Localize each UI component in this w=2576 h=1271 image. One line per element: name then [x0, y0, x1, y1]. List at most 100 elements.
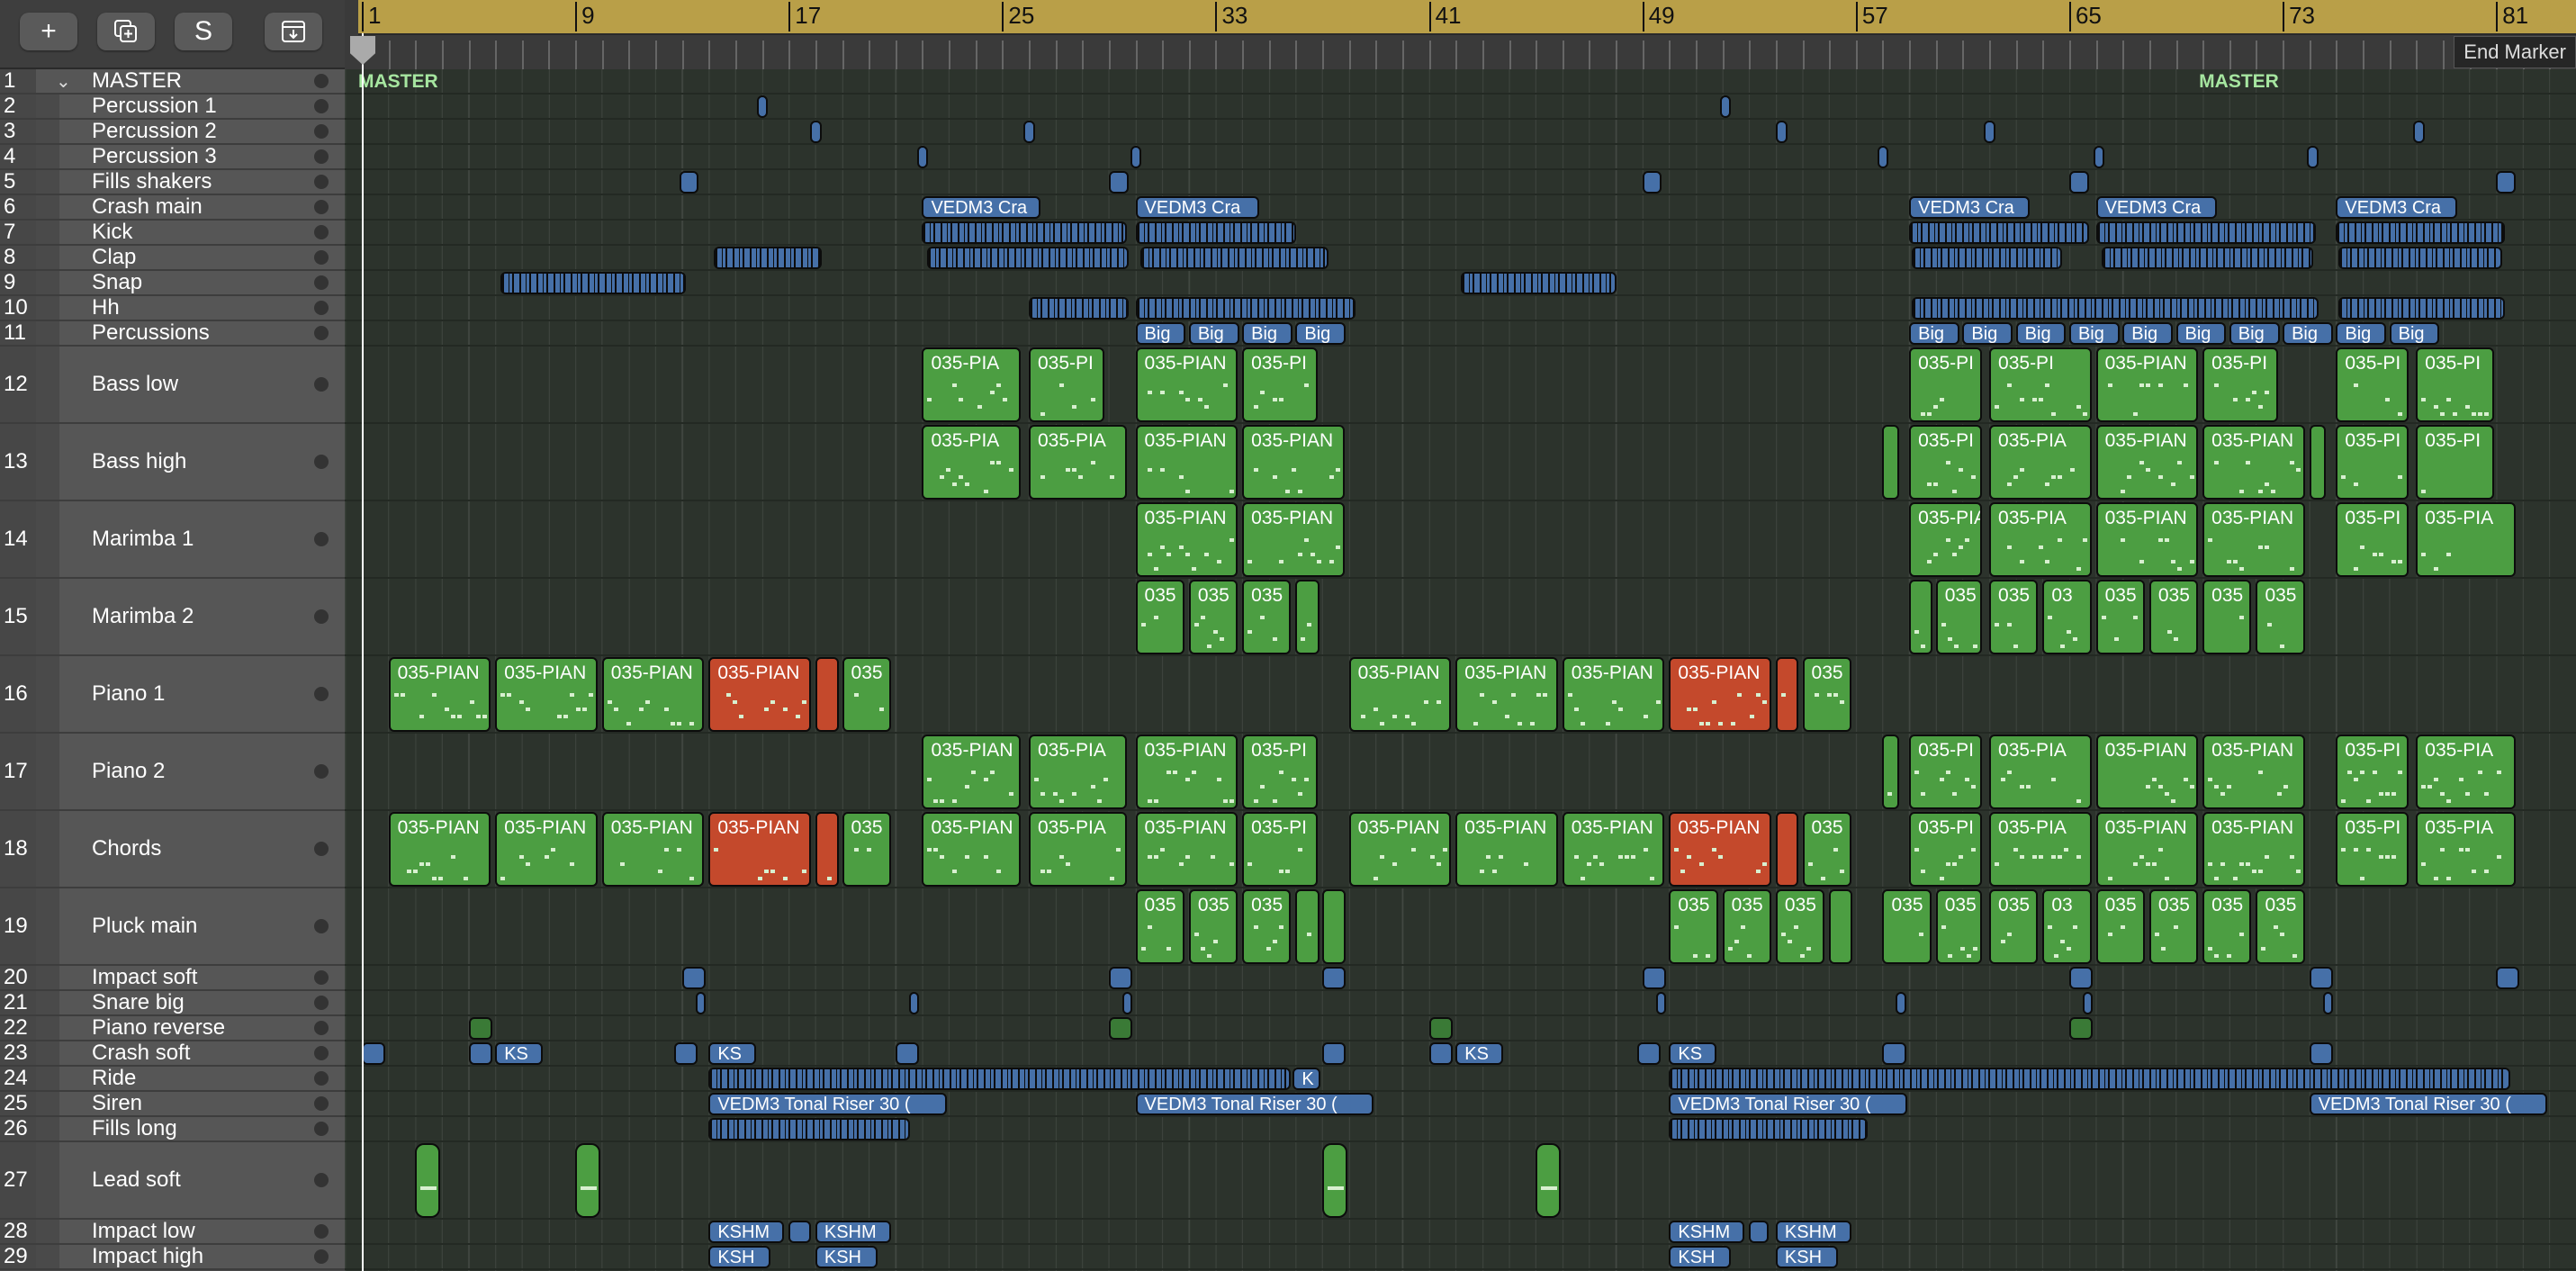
region[interactable] [1719, 95, 1732, 118]
track-header[interactable]: 3 Percussion 2 [0, 119, 345, 145]
track-header[interactable]: 9 Snap [0, 270, 345, 296]
region[interactable] [1108, 1017, 1133, 1040]
region[interactable]: 03 [2042, 889, 2092, 964]
track-header[interactable]: 10 Hh [0, 295, 345, 321]
region[interactable]: 035-PIAN [708, 812, 811, 887]
region[interactable]: 035 [1935, 580, 1983, 654]
region[interactable]: Big [1962, 322, 2013, 345]
region[interactable] [2095, 221, 2316, 244]
region[interactable]: 035-PIA [1909, 502, 1983, 577]
region[interactable]: Big [2283, 322, 2333, 345]
region[interactable] [681, 967, 706, 989]
region[interactable] [1322, 1042, 1347, 1065]
region[interactable] [1295, 889, 1320, 964]
region[interactable] [1140, 247, 1329, 269]
track-header[interactable]: 15 Marimba 2 [0, 579, 345, 656]
record-enable-dot-icon[interactable] [314, 200, 329, 214]
region[interactable]: 035-PIA [1989, 425, 2092, 500]
marker-label[interactable]: MASTER [2199, 71, 2279, 93]
region[interactable]: 035-PIAN [1455, 657, 1558, 732]
region[interactable] [708, 1118, 910, 1140]
region[interactable]: Big [2229, 322, 2280, 345]
region[interactable] [1882, 1042, 1906, 1065]
track-name-area[interactable]: Piano reverse [59, 1015, 345, 1040]
track-header[interactable]: 8 Clap [0, 245, 345, 271]
region[interactable]: 035-PIA [1029, 425, 1128, 500]
duplicate-track-button[interactable] [97, 13, 155, 50]
region[interactable]: 035 [2202, 580, 2252, 654]
region[interactable]: 035-PIAN [1669, 657, 1771, 732]
track-header[interactable]: 4 Percussion 3 [0, 144, 345, 170]
region[interactable]: 035-PI [1029, 347, 1104, 422]
region[interactable]: 035 [1989, 580, 2039, 654]
region[interactable]: 035-PIAN [495, 812, 598, 887]
track-name-area[interactable]: Chords [59, 811, 345, 887]
region[interactable]: 035-PIAN [1348, 657, 1452, 732]
region[interactable] [2322, 992, 2333, 1014]
region[interactable] [922, 221, 1128, 244]
region[interactable]: 035-PIA [1029, 812, 1128, 887]
region[interactable]: Big [2122, 322, 2174, 345]
region[interactable] [1023, 121, 1035, 143]
region[interactable]: 035 [2148, 580, 2199, 654]
region[interactable] [1642, 967, 1666, 989]
track-lane[interactable] [345, 1220, 2576, 1245]
region[interactable]: 035-PIAN [922, 735, 1021, 809]
region[interactable]: 035 [1669, 889, 1718, 964]
region[interactable] [1295, 580, 1320, 654]
arrange-area[interactable]: VEDM3 Cra VEDM3 Cra VEDM3 Cra VEDM3 Cra VEDM… [345, 69, 2576, 1271]
region[interactable]: 035-PIAN [2095, 502, 2199, 577]
region[interactable]: 035-PIAN [1669, 812, 1771, 887]
track-name-area[interactable]: Bass low [59, 347, 345, 422]
region[interactable]: 035-PIAN [1135, 812, 1238, 887]
track-header[interactable]: 23 Crash soft [0, 1041, 345, 1067]
record-enable-dot-icon[interactable] [314, 326, 329, 340]
region[interactable]: 035-PIAN [2202, 812, 2305, 887]
region[interactable]: 035-PIAN [1242, 502, 1345, 577]
region[interactable] [1655, 992, 1666, 1014]
region[interactable]: 035-PIAN [2202, 502, 2305, 577]
record-enable-dot-icon[interactable] [314, 377, 329, 392]
region[interactable]: KSHM [1775, 1221, 1851, 1243]
region[interactable]: 035-PI [2416, 425, 2495, 500]
track-header[interactable]: 19 Pluck main [0, 888, 345, 966]
record-enable-dot-icon[interactable] [314, 996, 329, 1010]
track-header[interactable]: 6 Crash main [0, 194, 345, 221]
region[interactable] [2082, 992, 2094, 1014]
region[interactable] [916, 146, 929, 168]
region[interactable]: 035-PIA [1029, 735, 1128, 809]
region[interactable] [468, 1042, 492, 1065]
region[interactable]: 035-PI [2416, 347, 2495, 422]
region[interactable]: 035-PIAN [388, 812, 491, 887]
region[interactable]: KSH [1775, 1246, 1839, 1268]
track-header[interactable]: 27 Lead soft [0, 1142, 345, 1220]
region[interactable]: KSH [1669, 1246, 1732, 1268]
region[interactable]: Big [2336, 322, 2387, 345]
region[interactable]: 035-PI [2336, 735, 2409, 809]
region[interactable]: 035-PI [2336, 502, 2409, 577]
region[interactable] [1912, 297, 2319, 320]
region[interactable]: Big [2068, 322, 2120, 345]
track-name-area[interactable]: Crash main [59, 194, 345, 219]
region[interactable] [1829, 889, 1853, 964]
track-header[interactable]: 12 Bass low [0, 347, 345, 424]
region[interactable]: 035-PI [1242, 347, 1319, 422]
track-header[interactable]: 29 Impact high [0, 1244, 345, 1270]
region[interactable]: KS [708, 1042, 757, 1065]
region[interactable]: 035 [1802, 812, 1851, 887]
region[interactable] [673, 1042, 698, 1065]
region[interactable] [1428, 1042, 1453, 1065]
region[interactable]: 035-PIA [1989, 735, 2092, 809]
record-enable-dot-icon[interactable] [314, 301, 329, 315]
region[interactable] [2309, 1042, 2333, 1065]
record-enable-dot-icon[interactable] [314, 1249, 329, 1264]
track-header[interactable]: 7 Kick [0, 220, 345, 246]
track-lane[interactable] [345, 145, 2576, 170]
record-enable-dot-icon[interactable] [314, 1071, 329, 1086]
record-enable-dot-icon[interactable] [314, 1122, 329, 1136]
track-lane[interactable] [345, 1092, 2576, 1117]
region[interactable]: 035 [842, 812, 891, 887]
region[interactable] [500, 272, 686, 294]
region[interactable]: VEDM3 Cra [922, 196, 1040, 219]
region[interactable]: 035 [1188, 889, 1238, 964]
